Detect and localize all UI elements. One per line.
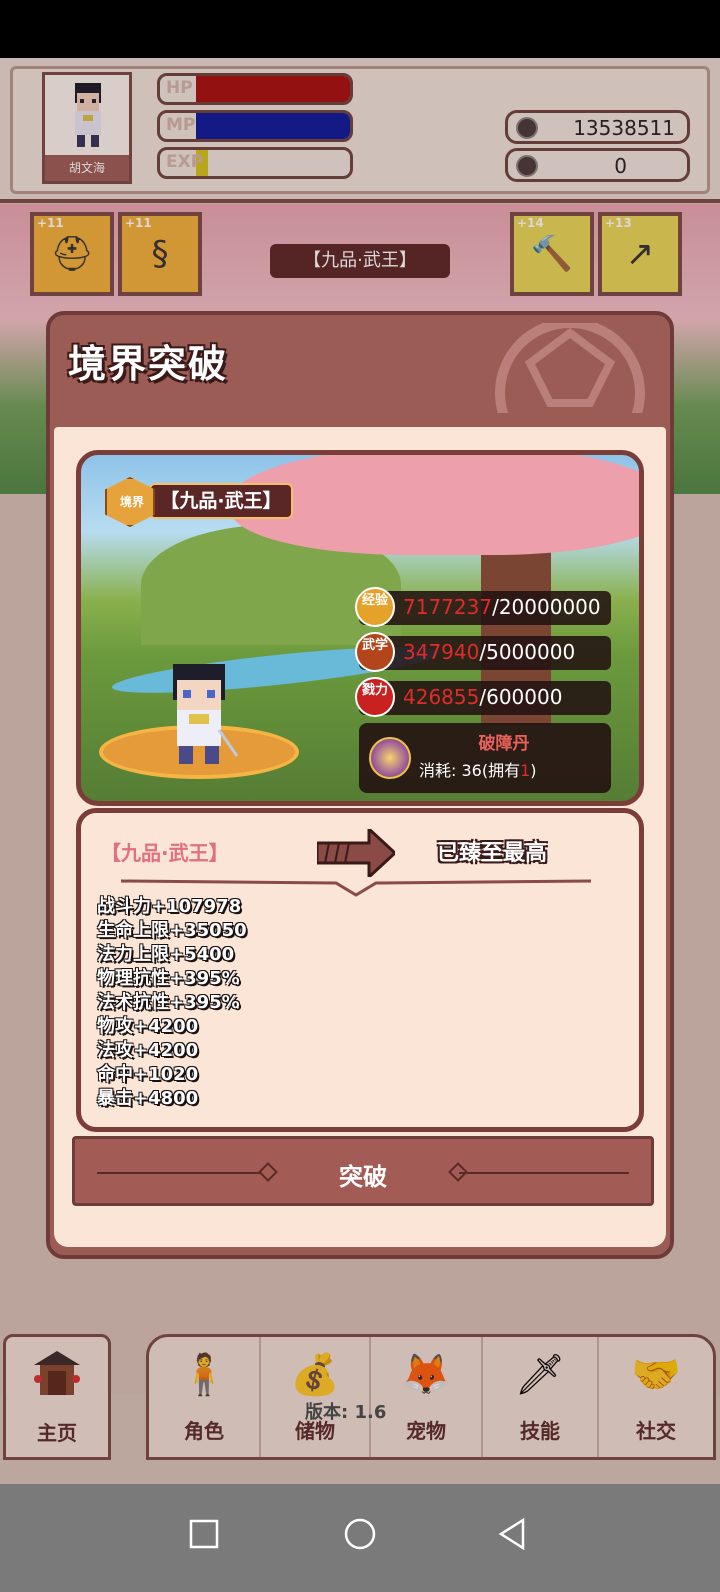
bonus-max-hp: 生命上限+35050 [97,920,247,941]
to-realm-label: 已臻至最高 [437,841,548,866]
breakthrough-pill[interactable]: 破障丹 消耗: 36(拥有1) [359,723,611,793]
back-button[interactable] [496,1514,528,1554]
version-label: 版本: 1.6 [305,1402,387,1423]
pill-icon [369,737,411,779]
system-nav-bar [0,1484,720,1592]
emblem-decoration-icon [495,323,645,413]
requirement-experience: 经验 7177237/20000000 [355,587,611,627]
recent-apps-button[interactable] [188,1514,220,1554]
breakthrough-button[interactable]: 突破 [72,1136,654,1206]
requirement-martial-arts: 武学 347940/5000000 [355,632,611,672]
bonus-physical-resist: 物理抗性+395% [97,968,240,989]
realm-comparison: 【九品·武王】 已臻至最高 战斗力+107978 生命上限+35050 法力上限… [76,808,644,1132]
square-icon [189,1519,219,1549]
dialog-title: 境界突破 [68,342,229,386]
requirement-slaughter: 戮力 426855/600000 [355,677,611,717]
status-bar [0,0,720,58]
realm-scene: 【九品·武王】 境界 经验 7177237/20000000 武学 347940… [76,450,644,806]
hero-sprite [173,664,239,764]
circle-icon [344,1518,376,1550]
home-button[interactable] [342,1514,378,1554]
bonus-magic-attack: 法攻+4200 [97,1040,199,1061]
realm-medal-icon: 境界 [105,477,155,527]
pill-name: 破障丹 [478,734,530,754]
current-realm-label: 【九品·武王】 [149,483,293,519]
realm-badge: 【九品·武王】 境界 [105,477,315,527]
experience-badge-icon: 经验 [355,587,395,627]
from-realm-label: 【九品·武王】 [101,841,229,865]
bonus-hit: 命中+1020 [97,1064,199,1085]
martial-arts-badge-icon: 武学 [355,632,395,672]
realm-breakthrough-dialog: 境界突破 【九品·武王】 境界 经验 7177237/20000000 武学 3… [46,311,674,1259]
triangle-back-icon [498,1517,525,1551]
bonus-list: 战斗力+107978 生命上限+35050 法力上限+5400 物理抗性+395… [97,895,247,1111]
arrow-right-icon [317,829,395,877]
bonus-physical-attack: 物攻+4200 [97,1016,199,1037]
bonus-max-mp: 法力上限+5400 [97,944,235,965]
bonus-magic-resist: 法术抗性+395% [97,992,240,1013]
slaughter-badge-icon: 戮力 [355,677,395,717]
bonus-combat-power: 战斗力+107978 [97,896,242,917]
bonus-crit: 暴击+4800 [97,1088,199,1109]
pill-cost: 消耗: 36(拥有1) [419,761,537,780]
